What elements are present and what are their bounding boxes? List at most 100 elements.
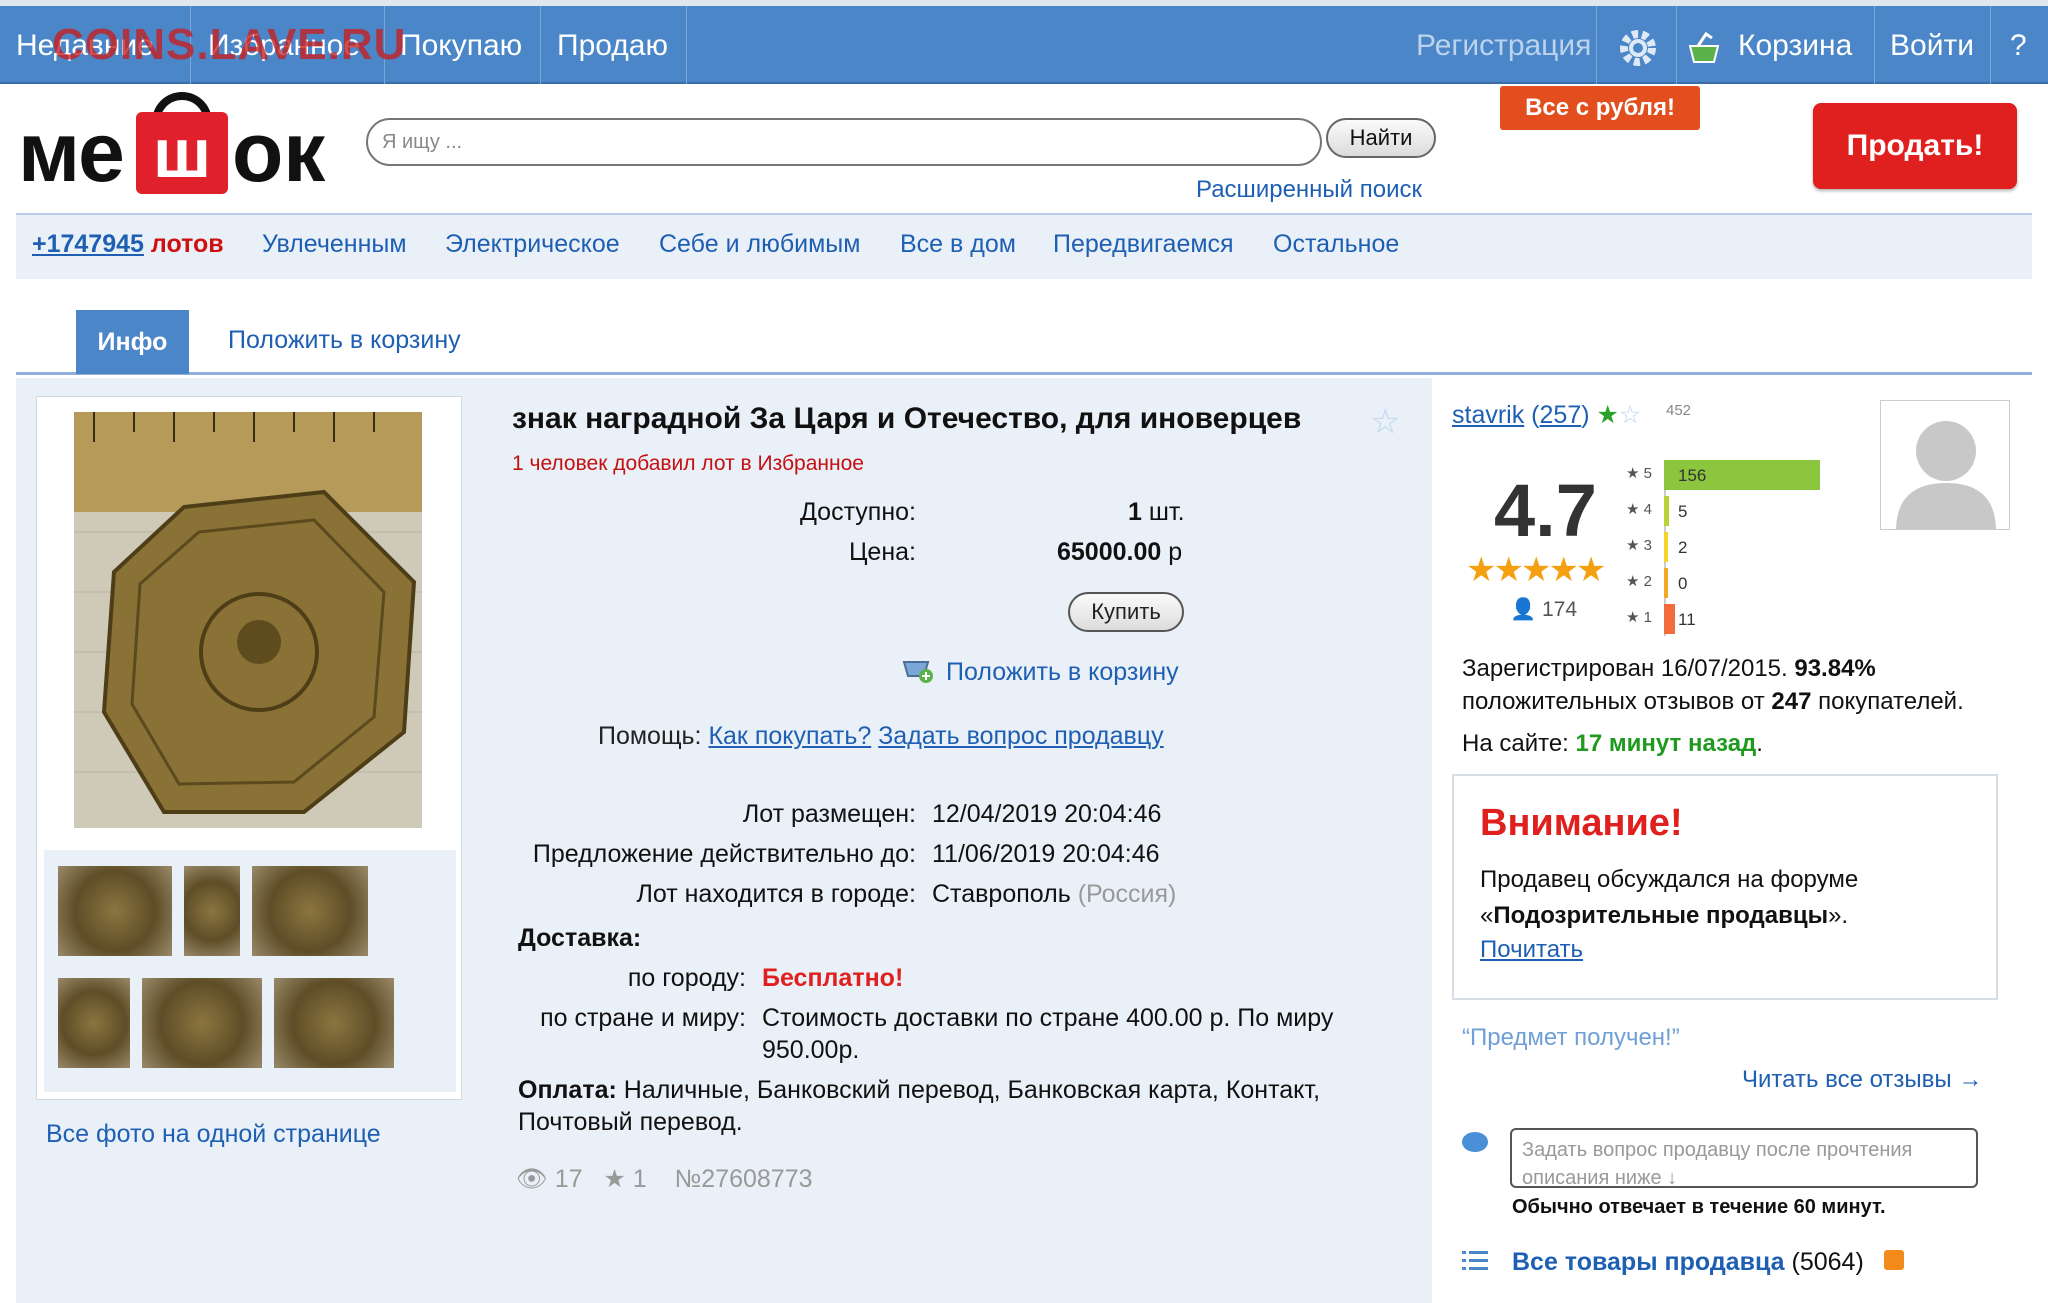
cart-link[interactable]: Корзина xyxy=(1738,24,1852,68)
positive-percent: 93.84% xyxy=(1794,655,1876,682)
category-hobby[interactable]: Увлеченным xyxy=(262,230,407,259)
sell-button[interactable]: Продать! xyxy=(1813,103,2017,189)
green-star-icon: ★ xyxy=(1596,401,1619,429)
warning-title: Внимание! xyxy=(1480,802,1683,844)
logo-text-bag: ш xyxy=(152,114,212,192)
rating-bar-count: 5 xyxy=(1678,502,1688,521)
browser-strip xyxy=(0,0,2048,6)
search-input[interactable]: Я ищу ... xyxy=(366,118,1322,166)
tab-add-to-cart[interactable]: Положить в корзину xyxy=(228,326,461,355)
world-delivery-line-2: 950.00р. xyxy=(762,1036,860,1064)
valid-label: Предложение действительно до: xyxy=(532,840,916,868)
nav-selling[interactable]: Продаю xyxy=(557,24,668,68)
lots-counter[interactable]: +1747945 лотов xyxy=(32,230,224,259)
world-delivery-label: по стране и миру: xyxy=(540,1004,746,1032)
basket-icon[interactable] xyxy=(1686,30,1722,66)
votes-count: 174 xyxy=(1542,598,1578,621)
thumbnail[interactable] xyxy=(58,978,130,1068)
valid-value: 11/06/2019 20:04:46 xyxy=(932,840,1160,868)
buy-button[interactable]: Купить xyxy=(1068,592,1184,632)
views-count: 17 xyxy=(554,1165,583,1193)
goods-count: (5064) xyxy=(1791,1248,1864,1276)
payment-methods-1: Наличные, Банковский перевод, Банковская… xyxy=(623,1076,1321,1104)
how-to-buy-link[interactable]: Как покупать? xyxy=(708,722,871,750)
blue-star-icon: ☆ xyxy=(1618,401,1642,429)
posted-value: 12/04/2019 20:04:46 xyxy=(932,800,1162,828)
online-time: 17 минут назад xyxy=(1575,730,1757,757)
seller-rating: 4.7 xyxy=(1494,469,1597,552)
nav-divider xyxy=(1990,6,1991,84)
category-other[interactable]: Остальное xyxy=(1273,230,1399,259)
thumbnail[interactable] xyxy=(252,866,368,956)
read-warning-link[interactable]: Почитать xyxy=(1480,936,1583,964)
read-all-reviews-link[interactable]: Читать все отзывы → xyxy=(1742,1066,1982,1094)
favorite-star-icon[interactable]: ☆ xyxy=(1370,402,1400,442)
warning-text-line: Продавец обсуждался на форуме xyxy=(1480,866,1859,893)
seller-reviews-link[interactable]: 257 xyxy=(1540,401,1582,429)
logo-text-right: ок xyxy=(232,105,326,199)
thumbnail[interactable] xyxy=(142,978,262,1068)
country-name: (Россия) xyxy=(1077,880,1177,908)
advanced-search-link[interactable]: Расширенный поиск xyxy=(1196,176,1422,204)
rss-icon[interactable] xyxy=(1884,1250,1904,1270)
all-photos-link[interactable]: Все фото на одной странице xyxy=(46,1120,381,1149)
delivery-label: Доставка: xyxy=(518,924,642,952)
buyers-count: 247 xyxy=(1771,688,1812,715)
rating-bar-count: 0 xyxy=(1678,574,1688,593)
rating-bar-label: ★ 1 xyxy=(1626,609,1652,626)
help-link[interactable]: ? xyxy=(2010,24,2027,68)
thumbnail[interactable] xyxy=(184,866,240,956)
category-home[interactable]: Все в дом xyxy=(900,230,1016,259)
seller-name-link[interactable]: stavrik xyxy=(1452,401,1524,429)
lots-count[interactable]: +1747945 xyxy=(32,230,144,258)
login-link[interactable]: Войти xyxy=(1890,24,1974,68)
rating-stars-icon: ★★★★★ xyxy=(1466,551,1606,589)
world-delivery-line-1: Стоимость доставки по стране 400.00 р. П… xyxy=(762,1004,1334,1032)
nav-divider xyxy=(1874,6,1875,84)
thumbnail[interactable] xyxy=(58,866,172,956)
ask-seller-link[interactable]: Задать вопрос продавцу xyxy=(878,722,1163,750)
site-logo[interactable]: ме ш ок xyxy=(18,90,348,199)
rating-bar-count: 11 xyxy=(1678,610,1696,629)
add-to-cart-link[interactable]: Положить в корзину xyxy=(946,658,1179,687)
rating-bar xyxy=(1664,604,1675,634)
eye-icon: 👁 xyxy=(516,1165,548,1193)
chat-bubble-icon xyxy=(1462,1132,1488,1152)
all-goods-link[interactable]: Все товары продавца xyxy=(1512,1248,1785,1276)
ask-seller-input[interactable]: Задать вопрос продавцу после прочтения о… xyxy=(1510,1128,1978,1188)
lot-number: №27608773 xyxy=(674,1165,813,1193)
available-label: Доступно: xyxy=(799,498,916,526)
tab-info[interactable]: Инфо xyxy=(76,310,189,374)
rating-bar-label: ★ 4 xyxy=(1626,501,1652,518)
thumbnail[interactable] xyxy=(274,978,394,1068)
promo-badge[interactable]: Все с рубля! xyxy=(1500,86,1700,130)
help-row: Помощь: Как покупать? Задать вопрос прод… xyxy=(598,722,1164,751)
main-photo[interactable] xyxy=(74,412,422,828)
price-amount: 65000.00 xyxy=(1057,538,1162,566)
all-goods-row: Все товары продавца (5064) xyxy=(1512,1248,1864,1277)
online-status: На сайте: 17 минут назад. xyxy=(1462,730,1763,757)
category-self[interactable]: Себе и любимым xyxy=(659,230,860,259)
buyers-word: покупателей. xyxy=(1818,688,1964,715)
add-to-cart-icon[interactable] xyxy=(902,654,934,684)
star-icon: ★ xyxy=(603,1165,626,1193)
help-label: Помощь: xyxy=(598,722,702,750)
seller-avatar[interactable] xyxy=(1880,400,2010,530)
rating-bar-label: ★ 3 xyxy=(1626,537,1652,554)
lot-title: знак наградной За Царя и Отечество, для … xyxy=(512,402,1302,435)
rating-bar xyxy=(1664,532,1668,562)
rating-bar xyxy=(1664,568,1668,598)
nav-buying[interactable]: Покупаю xyxy=(400,24,522,68)
city-label: Лот находится в городе: xyxy=(636,880,916,908)
lot-stats: 👁 17 ★ 1 №27608773 xyxy=(516,1164,813,1194)
price-value: 65000.00 р xyxy=(1057,538,1182,567)
category-electric[interactable]: Электрическое xyxy=(445,230,620,259)
gear-icon[interactable] xyxy=(1616,26,1660,70)
price-label: Цена: xyxy=(848,538,916,566)
find-button[interactable]: Найти xyxy=(1326,118,1436,158)
seller-badge-count: 452 xyxy=(1666,402,1692,419)
city-value: Ставрополь (Россия) xyxy=(932,880,1176,909)
register-link[interactable]: Регистрация xyxy=(1416,24,1591,68)
rating-bar-count: 2 xyxy=(1678,538,1688,557)
category-transport[interactable]: Передвигаемся xyxy=(1053,230,1234,259)
